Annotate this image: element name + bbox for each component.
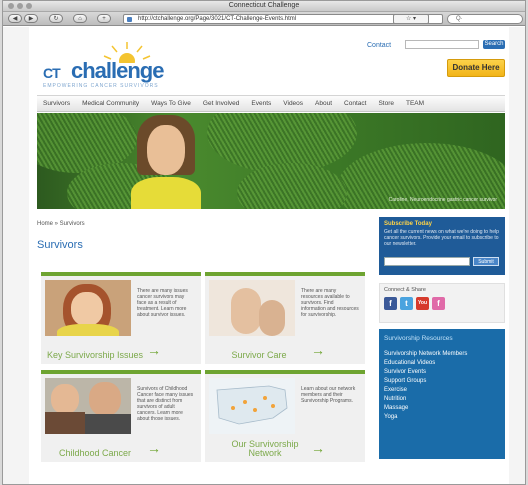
nav-item-ways-to-give[interactable]: Ways To Give	[145, 100, 197, 107]
facebook-icon[interactable]: f	[384, 297, 397, 310]
page-area: CT challenge EMPOWERING CANCER SURVIVORS…	[3, 27, 525, 484]
subscribe-text: Get all the current news on what we're d…	[384, 229, 499, 247]
card-photo	[45, 280, 131, 336]
share-box: Connect & Share f t You f	[379, 283, 505, 323]
site-search-button[interactable]: Search	[483, 40, 505, 49]
arrow-right-icon: →	[311, 440, 325, 456]
card-description: Learn about our network members and thei…	[301, 386, 356, 404]
subscribe-submit-button[interactable]: Submit	[473, 257, 499, 266]
window-title: Connecticut Challenge	[228, 2, 300, 9]
resources-box: Survivorship Resources Survivorship Netw…	[379, 329, 505, 459]
site-content: CT challenge EMPOWERING CANCER SURVIVORS…	[29, 27, 509, 484]
card-our-survivorship-network[interactable]: Learn about our network members and thei…	[205, 370, 365, 462]
card-key-survivorship-issues[interactable]: There are many issues cancer survivors m…	[41, 272, 201, 364]
hero-caption: Caroline, Neuroendocrine gastric cancer …	[388, 197, 497, 203]
reload-button[interactable]: ↻	[49, 14, 63, 23]
card-description: There are many issues cancer survivors m…	[137, 288, 188, 318]
arrow-right-icon: →	[147, 440, 161, 456]
subscribe-box: Subscribe Today Get all the current news…	[379, 217, 505, 275]
resources-list: Survivorship Network Members Educational …	[384, 350, 500, 422]
forward-button[interactable]: ▶	[24, 14, 38, 23]
browser-toolbar: ◀ ▶ ↻ ⌂ + http://ctchallenge.org/Page/30…	[3, 12, 525, 26]
nav-item-events[interactable]: Events	[245, 100, 277, 107]
rss-button[interactable]: ☆ ▾	[393, 14, 429, 24]
logo-ct-text: CT	[43, 65, 61, 81]
resource-link-survivorship-network-members[interactable]: Survivorship Network Members	[384, 350, 500, 359]
site-logo[interactable]: CT challenge EMPOWERING CANCER SURVIVORS	[41, 39, 191, 89]
nav-item-survivors[interactable]: Survivors	[37, 100, 76, 107]
card-photo	[45, 378, 131, 434]
back-button[interactable]: ◀	[8, 14, 22, 23]
nav-item-contact[interactable]: Contact	[338, 100, 372, 107]
browser-search-field[interactable]: Q·	[447, 14, 523, 24]
card-childhood-cancer[interactable]: Survivors of Childhood Cancer face many …	[41, 370, 201, 462]
nav-item-about[interactable]: About	[309, 100, 338, 107]
share-title: Connect & Share	[384, 287, 426, 293]
site-icon	[127, 17, 132, 22]
network-map	[209, 378, 295, 434]
nav-item-store[interactable]: Store	[372, 100, 400, 107]
title-bar: Connecticut Challenge	[3, 1, 525, 12]
main-nav: Survivors Medical Community Ways To Give Ge…	[37, 95, 505, 112]
card-title: Key Survivorship Issues	[46, 350, 144, 360]
nav-item-medical-community[interactable]: Medical Community	[76, 100, 145, 107]
flickr-icon[interactable]: f	[432, 297, 445, 310]
card-survivor-care[interactable]: There are many resources available to su…	[205, 272, 365, 364]
arrow-right-icon: →	[311, 342, 325, 358]
subscribe-title: Subscribe Today	[384, 221, 432, 227]
card-description: There are many resources available to su…	[301, 288, 359, 318]
breadcrumb[interactable]: Home » Survivors	[37, 221, 85, 227]
card-photo	[209, 280, 295, 336]
card-title: Our Survivorship Network	[231, 439, 299, 458]
card-title: Survivor Care	[231, 350, 287, 360]
resource-link-exercise[interactable]: Exercise	[384, 386, 500, 395]
resource-link-support-groups[interactable]: Support Groups	[384, 377, 500, 386]
address-text: http://ctchallenge.org/Page/3021/CT-Chal…	[138, 16, 297, 22]
resource-link-educational-videos[interactable]: Educational Videos	[384, 359, 500, 368]
home-button[interactable]: ⌂	[73, 14, 87, 23]
resources-title: Survivorship Resources	[384, 335, 453, 342]
resource-link-survivor-events[interactable]: Survivor Events	[384, 368, 500, 377]
arrow-right-icon: →	[147, 342, 161, 358]
nav-item-get-involved[interactable]: Get Involved	[197, 100, 246, 107]
resource-link-massage[interactable]: Massage	[384, 404, 500, 413]
share-icons: f t You f	[384, 297, 500, 310]
browser-window: Connecticut Challenge ◀ ▶ ↻ ⌂ + http://c…	[2, 0, 526, 485]
hero-portrait	[131, 115, 201, 209]
site-search-input[interactable]	[405, 40, 479, 49]
logo-challenge-text: challenge	[71, 58, 164, 83]
logo-tagline: EMPOWERING CANCER SURVIVORS	[43, 83, 159, 89]
donate-button[interactable]: Donate Here	[447, 59, 505, 77]
nav-item-videos[interactable]: Videos	[277, 100, 309, 107]
subscribe-email-input[interactable]	[384, 257, 470, 266]
card-description: Survivors of Childhood Cancer face many …	[137, 386, 194, 422]
hero-banner: Caroline, Neuroendocrine gastric cancer …	[37, 113, 505, 209]
resource-link-nutrition[interactable]: Nutrition	[384, 395, 500, 404]
card-title: Childhood Cancer	[58, 448, 132, 458]
youtube-icon[interactable]: You	[416, 297, 429, 310]
nav-item-team[interactable]: TEAM	[400, 100, 430, 107]
add-bookmark-button[interactable]: +	[97, 14, 111, 23]
contact-link[interactable]: Contact	[367, 42, 391, 49]
resource-link-yoga[interactable]: Yoga	[384, 413, 500, 422]
connecticut-map-icon	[216, 385, 288, 425]
twitter-icon[interactable]: t	[400, 297, 413, 310]
page-title: Survivors	[37, 239, 83, 251]
